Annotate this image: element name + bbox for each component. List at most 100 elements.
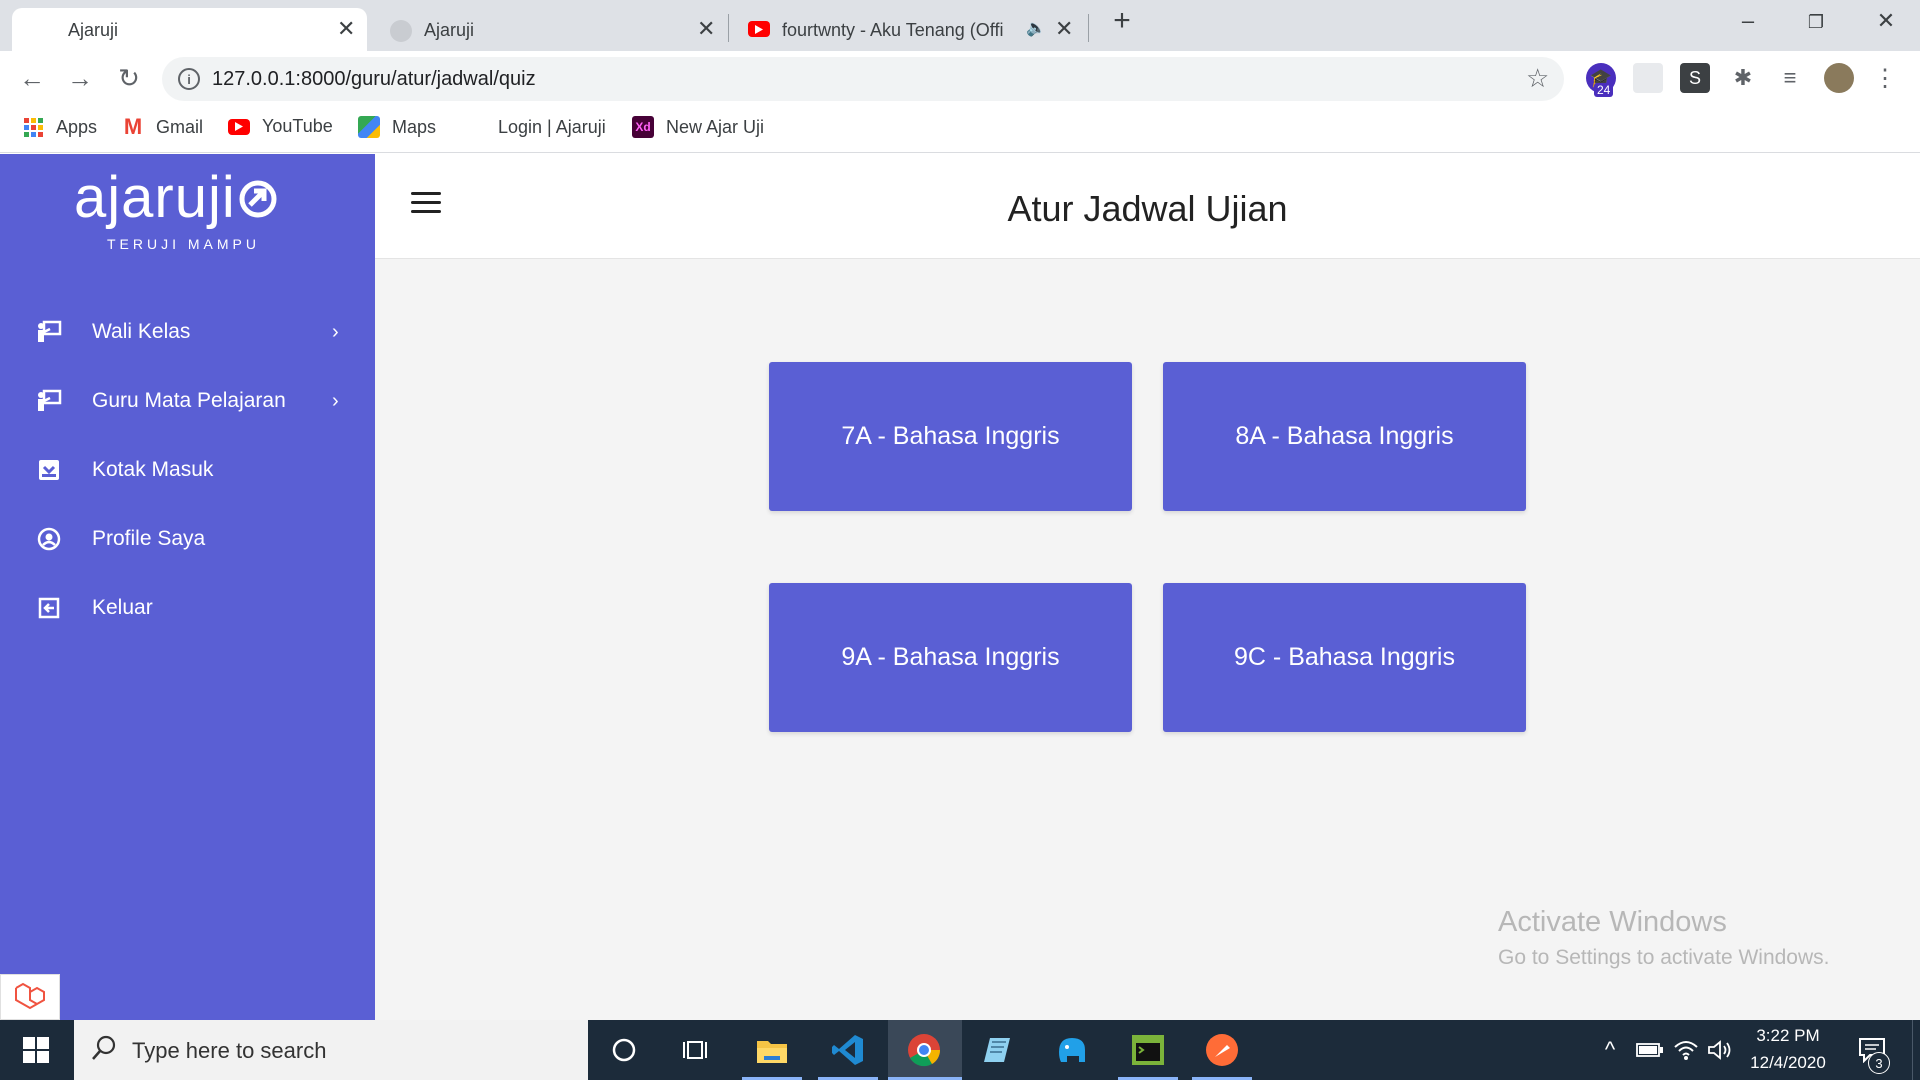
- extension-blank-icon[interactable]: [1633, 63, 1663, 93]
- apps-grid-icon: [22, 116, 44, 138]
- system-clock[interactable]: 3:22 PM 12/4/2020: [1746, 1026, 1830, 1073]
- gmail-icon: M: [123, 114, 143, 139]
- class-card-8a-bahasa-inggris[interactable]: 8A - Bahasa Inggris: [1163, 362, 1526, 511]
- tab-title: Ajaruji: [424, 20, 475, 40]
- logo-tagline: TERUJI MAMPU: [107, 236, 260, 252]
- clock-date: 12/4/2020: [1750, 1053, 1826, 1072]
- bookmark-label: Gmail: [156, 116, 204, 137]
- tab-ajaruji-active[interactable]: Ajaruji ✕: [12, 8, 367, 51]
- vscode-icon[interactable]: [828, 1030, 868, 1070]
- speaker-icon[interactable]: 🔈: [1026, 18, 1046, 38]
- bookmark-maps[interactable]: Maps: [358, 116, 436, 138]
- browser-tab-strip: Ajaruji ✕ Ajaruji ✕ fourtwnty - Aku Tena…: [0, 0, 1920, 51]
- battery-icon[interactable]: [1630, 1030, 1670, 1070]
- restore-icon[interactable]: ❐: [1798, 12, 1834, 33]
- chrome-icon[interactable]: [904, 1030, 944, 1070]
- xd-icon: Xd: [632, 116, 654, 138]
- tab-title: Ajaruji: [68, 20, 119, 40]
- sidebar-item-label: Profile Saya: [92, 527, 206, 550]
- sidebar: ajaruji TERUJI MAMPU Wali Kelas › Guru M…: [0, 154, 375, 1020]
- extension-badge: 24: [1594, 83, 1614, 97]
- bookmark-youtube[interactable]: YouTube: [228, 116, 333, 137]
- logo[interactable]: ajaruji: [74, 164, 278, 231]
- sidebar-item-label: Wali Kelas: [92, 320, 191, 343]
- logout-icon: [36, 595, 62, 621]
- top-bar: Atur Jadwal Ujian: [375, 154, 1920, 259]
- logo-text: ajaruji: [74, 165, 236, 230]
- close-window-icon[interactable]: ✕: [1868, 8, 1904, 34]
- profile-avatar[interactable]: [1824, 63, 1854, 93]
- tab-youtube[interactable]: fourtwnty - Aku Tenang (Offi 🔈 ✕: [730, 8, 1085, 51]
- bookmark-apps[interactable]: Apps: [22, 116, 97, 138]
- teacher-board-icon: [36, 388, 62, 414]
- file-explorer-icon[interactable]: [752, 1030, 792, 1070]
- sidebar-item-label: Keluar: [92, 596, 153, 619]
- back-icon[interactable]: ←: [16, 63, 48, 94]
- search-placeholder: Type here to search: [132, 1038, 327, 1063]
- bookmark-star-icon[interactable]: ☆: [1526, 63, 1549, 94]
- activate-windows-subtitle: Go to Settings to activate Windows.: [1498, 946, 1830, 969]
- volume-icon[interactable]: [1700, 1030, 1740, 1070]
- address-bar[interactable]: i 127.0.0.1:8000/guru/atur/jadwal/quiz ☆: [162, 57, 1564, 101]
- teacher-board-icon: [36, 319, 62, 345]
- class-card-9c-bahasa-inggris[interactable]: 9C - Bahasa Inggris: [1163, 583, 1526, 732]
- media-queue-icon[interactable]: ≡: [1775, 63, 1805, 93]
- class-card-label: 9C - Bahasa Inggris: [1234, 643, 1455, 671]
- terminal-app-icon[interactable]: [1128, 1030, 1168, 1070]
- tab-title: fourtwnty - Aku Tenang (Offi: [782, 20, 1004, 40]
- class-card-label: 9A - Bahasa Inggris: [841, 643, 1060, 671]
- bookmark-label: Login | Ajaruji: [498, 116, 606, 137]
- chevron-right-icon: ›: [332, 389, 339, 412]
- tab-favicon-icon: [390, 20, 412, 42]
- show-desktop-button[interactable]: [1912, 1020, 1920, 1080]
- sidebar-item-label: Kotak Masuk: [92, 458, 214, 481]
- main-content: Atur Jadwal Ujian 7A - Bahasa Inggris 8A…: [375, 154, 1920, 1020]
- cortana-icon[interactable]: [604, 1030, 644, 1070]
- bookmark-label: Maps: [392, 116, 437, 137]
- user-circle-icon: [36, 526, 62, 552]
- browser-menu-icon[interactable]: ⋮: [1870, 63, 1900, 93]
- bookmark-gmail[interactable]: M Gmail: [122, 114, 204, 139]
- notification-count-badge: 3: [1868, 1052, 1890, 1074]
- close-tab-icon[interactable]: ✕: [337, 16, 355, 42]
- sidebar-item-keluar[interactable]: Keluar: [0, 578, 375, 638]
- sidebar-item-guru-mata-pelajaran[interactable]: Guru Mata Pelajaran ›: [0, 371, 375, 431]
- sidebar-item-wali-kelas[interactable]: Wali Kelas ›: [0, 302, 375, 362]
- extension-s-icon[interactable]: S: [1680, 63, 1710, 93]
- taskbar-search-box[interactable]: Type here to search: [74, 1020, 588, 1080]
- class-card-9a-bahasa-inggris[interactable]: 9A - Bahasa Inggris: [769, 583, 1132, 732]
- minimize-icon[interactable]: –: [1730, 8, 1766, 34]
- sidebar-item-profile-saya[interactable]: Profile Saya: [0, 509, 375, 569]
- youtube-icon: [748, 21, 770, 37]
- elephant-app-icon[interactable]: [1052, 1030, 1092, 1070]
- windows-taskbar: Type here to search ^ 3:22 PM 12/4/2020 …: [0, 1020, 1920, 1080]
- close-tab-icon[interactable]: ✕: [697, 16, 715, 42]
- notepad-app-icon[interactable]: [978, 1030, 1018, 1070]
- tab-ajaruji-2[interactable]: Ajaruji ✕: [372, 8, 727, 51]
- class-card-label: 7A - Bahasa Inggris: [841, 422, 1060, 450]
- site-info-icon[interactable]: i: [178, 68, 200, 90]
- bookmarks-bar: Apps M Gmail YouTube Maps Login | Ajaruj…: [0, 108, 1920, 153]
- bookmark-label: New Ajar Uji: [666, 116, 765, 137]
- forward-icon[interactable]: →: [64, 63, 96, 94]
- windows-start-icon[interactable]: [16, 1030, 56, 1070]
- bookmark-label: YouTube: [262, 116, 333, 136]
- close-tab-icon[interactable]: ✕: [1055, 16, 1073, 42]
- chevron-right-icon: ›: [332, 320, 339, 343]
- bookmark-login-ajaruji[interactable]: Login | Ajaruji: [464, 116, 606, 138]
- tab-separator: [728, 14, 729, 42]
- extensions-puzzle-icon[interactable]: ✱: [1728, 63, 1758, 93]
- sidebar-item-kotak-masuk[interactable]: Kotak Masuk: [0, 440, 375, 500]
- laravel-debug-icon[interactable]: [0, 974, 60, 1020]
- reload-icon[interactable]: ↻: [113, 63, 145, 94]
- task-view-icon[interactable]: [676, 1030, 716, 1070]
- inbox-icon: [36, 457, 62, 483]
- new-tab-icon[interactable]: +: [1104, 4, 1140, 38]
- bookmark-label: Apps: [56, 116, 98, 137]
- class-card-7a-bahasa-inggris[interactable]: 7A - Bahasa Inggris: [769, 362, 1132, 511]
- url-text[interactable]: 127.0.0.1:8000/guru/atur/jadwal/quiz: [212, 68, 536, 91]
- youtube-icon: [228, 118, 250, 135]
- bookmark-new-ajar-uji[interactable]: Xd New Ajar Uji: [632, 116, 764, 138]
- postman-icon[interactable]: [1202, 1030, 1242, 1070]
- chevron-up-icon[interactable]: ^: [1590, 1030, 1630, 1070]
